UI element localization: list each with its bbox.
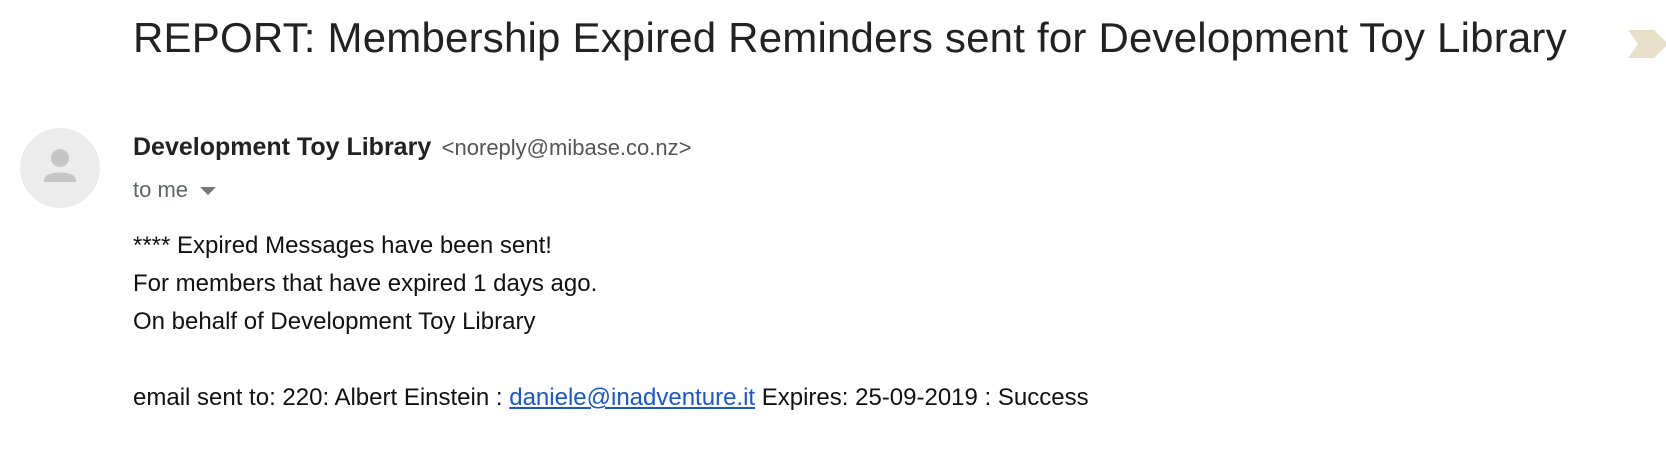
sender-email: <noreply@mibase.co.nz> [441,135,692,160]
recipient-details-toggle[interactable]: to me [133,177,217,203]
person-icon [44,149,76,182]
avatar[interactable] [20,128,100,208]
report-prefix: email sent to: 220: Albert Einstein : [133,384,510,411]
body-line: **** Expired Messages have been sent! [133,232,552,259]
chevron-down-icon[interactable] [200,187,217,195]
recipient-label: to me [133,177,189,202]
report-line: email sent to: 220: Albert Einstein : da… [133,379,1089,417]
recipient-email-link[interactable]: daniele@inadventure.it [509,384,755,411]
email-body: **** Expired Messages have been sent! Fo… [133,227,1089,417]
body-line: On behalf of Development Toy Library [133,308,536,335]
email-subject: REPORT: Membership Expired Reminders sen… [133,14,1567,61]
sender-name[interactable]: Development Toy Library [133,133,431,161]
email-view: REPORT: Membership Expired Reminders sen… [0,0,1666,450]
body-line: For members that have expired 1 days ago… [133,270,598,297]
importance-marker-icon[interactable] [1628,30,1666,58]
sender-info: Development Toy Library <noreply@mibase.… [133,133,691,162]
report-suffix: Expires: 25-09-2019 : Success [755,384,1089,411]
